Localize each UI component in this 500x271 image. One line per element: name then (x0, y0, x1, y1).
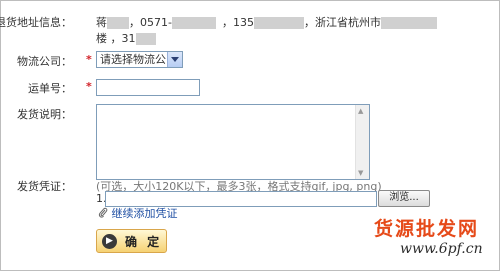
address-line2-start: 楼 ，31 (96, 32, 136, 45)
confirm-button[interactable]: ▶ 确 定 (96, 229, 167, 253)
required-mark: * (86, 53, 92, 66)
logistics-label: 物流公司： (17, 55, 72, 68)
chevron-down-icon[interactable] (167, 52, 182, 67)
arrow-right-icon: ▶ (102, 233, 117, 249)
required-mark: * (86, 80, 92, 93)
contact-name-prefix: 蒋 (96, 16, 107, 29)
redacted-address-2 (135, 33, 156, 45)
shipping-note-label: 发货说明： (17, 108, 72, 121)
return-address-line-1: 蒋 ，0571- ，135 ，浙江省杭州市 (96, 14, 437, 30)
textarea-scrollbar[interactable]: ▲ ▼ (355, 105, 369, 179)
logistics-select[interactable]: 请选择物流公司 (96, 51, 183, 68)
voucher-label: 发货凭证： (17, 180, 72, 193)
return-address-line-2: 楼 ，31 (96, 30, 156, 46)
redacted-mobile (253, 17, 304, 29)
redacted-address (380, 17, 437, 29)
shipping-note-textarea[interactable]: ▲ ▼ (96, 104, 370, 180)
add-voucher-link[interactable]: 继续添加凭证 (98, 205, 178, 221)
watermark-url: www.6pf.cn (400, 241, 483, 257)
scroll-up-icon[interactable]: ▲ (358, 107, 363, 115)
return-address-label: 退货地址信息： (0, 16, 72, 29)
confirm-label: 确 定 (125, 234, 163, 249)
mobile-prefix: ，135 (221, 16, 254, 29)
address-start: ，浙江省杭州市 (303, 16, 381, 29)
paperclip-icon (98, 207, 108, 221)
logistics-selected-value: 请选择物流公司 (100, 53, 177, 66)
watermark-title: 货源批发网 (374, 218, 480, 240)
tracking-number-input[interactable] (96, 79, 200, 96)
tracking-label: 运单号： (28, 82, 72, 95)
browse-button[interactable]: 浏览... (378, 190, 430, 207)
phone-prefix: ，0571- (129, 16, 172, 29)
scroll-down-icon[interactable]: ▼ (358, 169, 363, 177)
redacted-name (107, 17, 129, 29)
add-voucher-label: 继续添加凭证 (111, 207, 178, 220)
redacted-phone (171, 17, 216, 29)
